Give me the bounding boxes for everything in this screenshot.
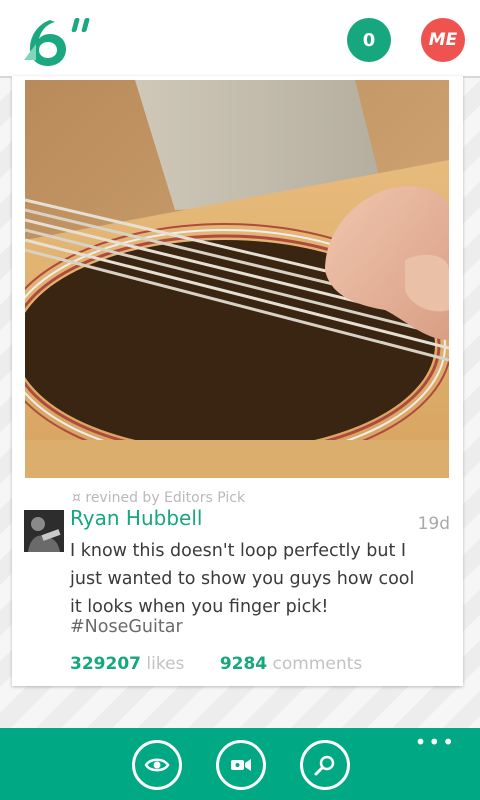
post-age: 19d: [417, 514, 450, 534]
likes-label: likes: [146, 654, 185, 674]
more-options-button[interactable]: •••: [415, 732, 456, 752]
top-bar: 0 ME: [0, 0, 480, 78]
revine-attribution: ¤ revined by Editors Pick: [72, 490, 245, 506]
comments-stat[interactable]: 9284 comments: [220, 654, 362, 674]
post-description: I know this doesn't loop perfectly but I…: [70, 541, 415, 617]
app-bar: •••: [0, 728, 480, 800]
search-icon: [314, 755, 335, 776]
search-button[interactable]: [300, 740, 350, 790]
revine-text: revined by Editors Pick: [85, 490, 246, 506]
author-name[interactable]: Ryan Hubbell: [70, 506, 202, 530]
likes-stat[interactable]: 329207 likes: [70, 654, 190, 674]
video-camera-icon: [231, 759, 251, 771]
hashtag-link[interactable]: #NoseGuitar: [70, 617, 183, 637]
six-inch-logo[interactable]: [22, 14, 102, 70]
likes-count: 329207: [70, 654, 141, 674]
notifications-button[interactable]: 0: [347, 18, 391, 62]
eye-icon: [144, 758, 170, 772]
comments-count: 9284: [219, 654, 268, 674]
profile-me-button[interactable]: ME: [421, 18, 465, 62]
record-video-button[interactable]: [216, 740, 266, 790]
watch-button[interactable]: [132, 740, 182, 790]
comments-label: comments: [272, 654, 363, 674]
video-thumbnail[interactable]: [25, 80, 449, 478]
post-stats: 329207 likes 9284 comments: [70, 654, 362, 674]
revine-icon: ¤: [72, 490, 81, 506]
avatar[interactable]: [24, 510, 64, 552]
post-card: ¤ revined by Editors Pick Ryan Hubbell 1…: [12, 76, 463, 686]
